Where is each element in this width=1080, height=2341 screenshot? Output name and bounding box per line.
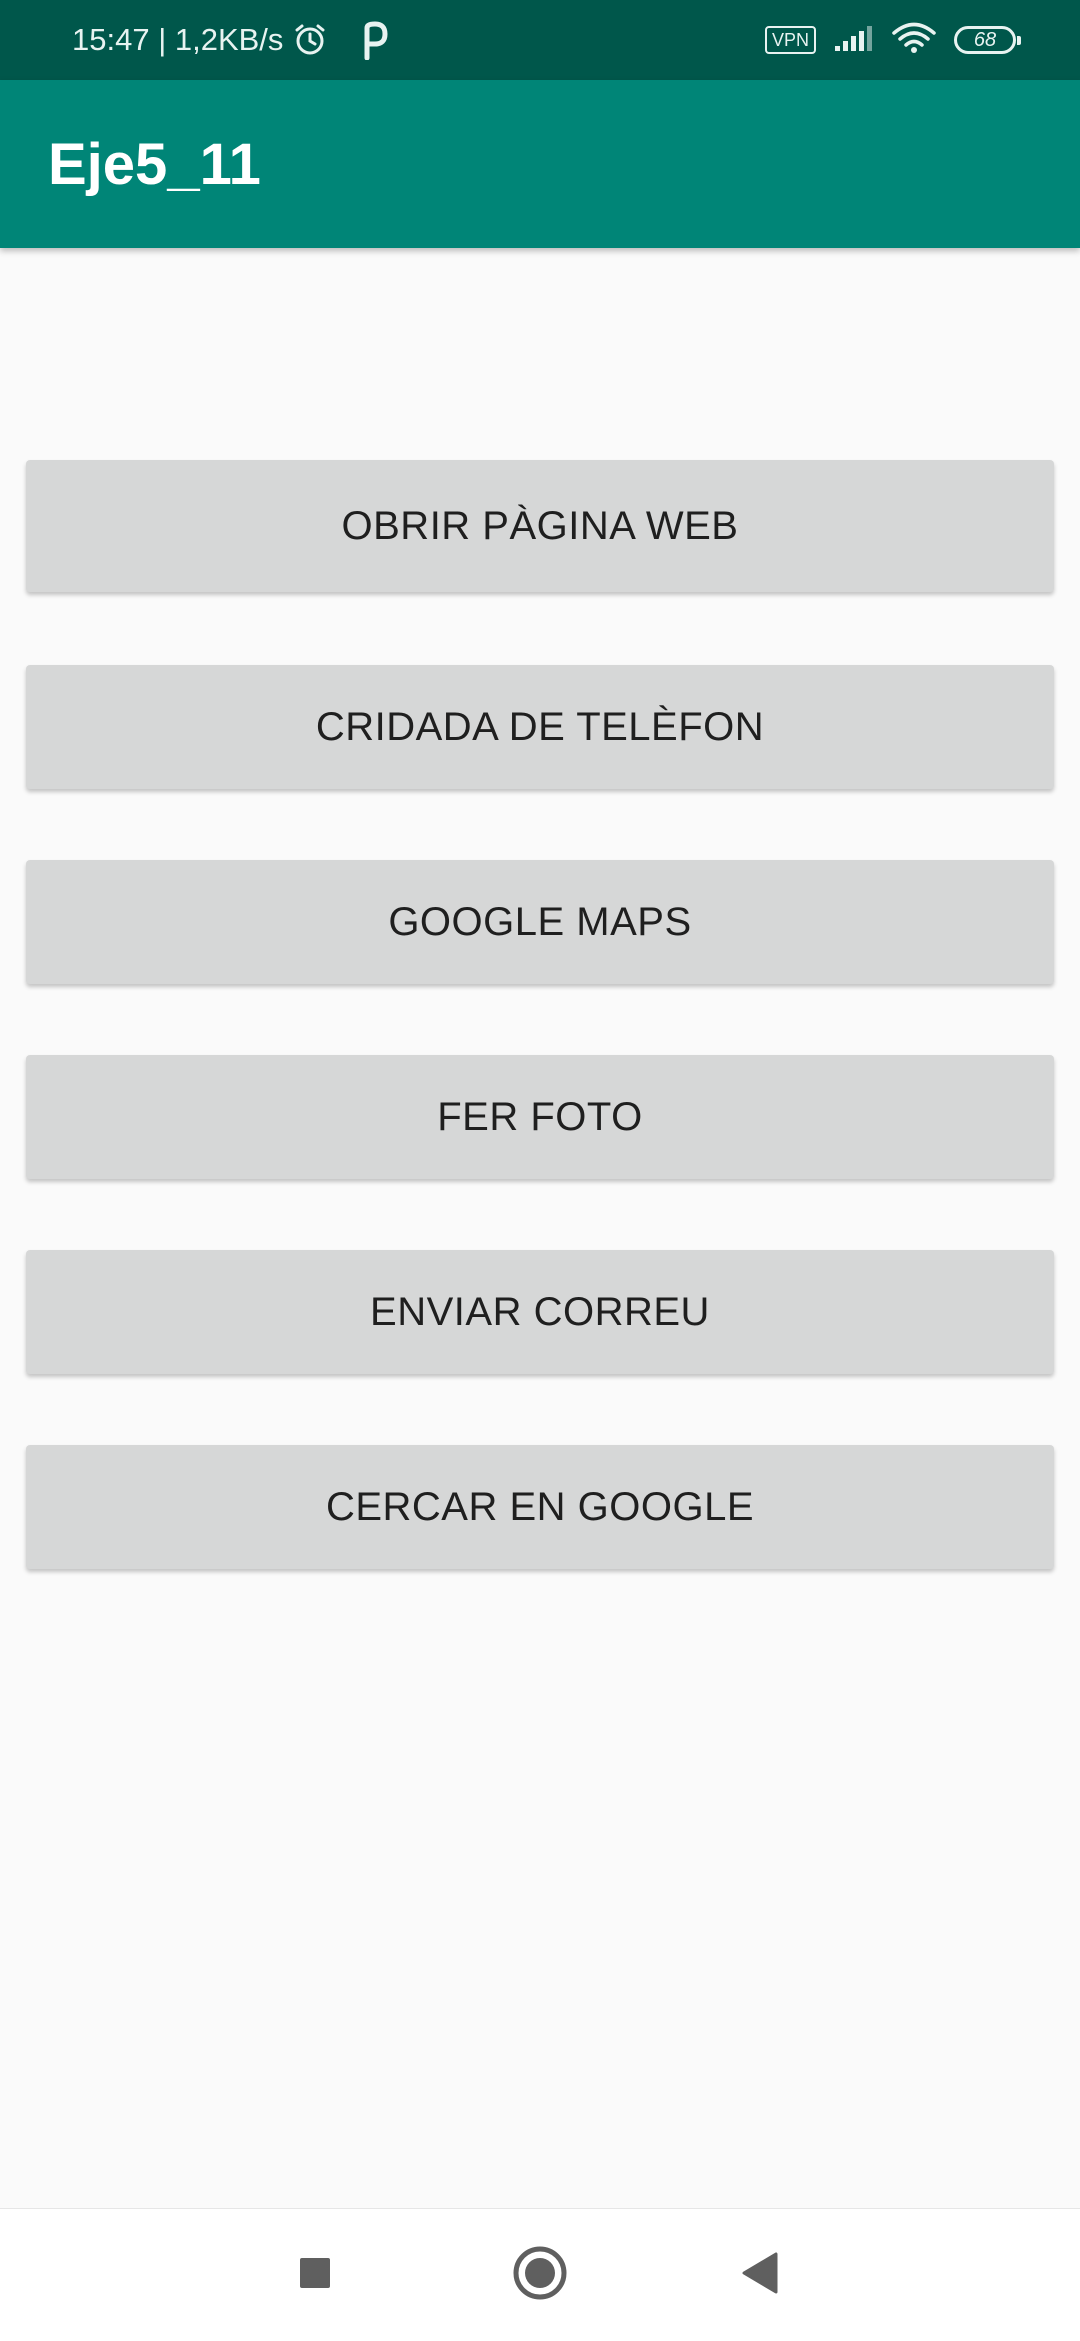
status-left: 15:47 | 1,2KB/s <box>72 0 389 80</box>
google-maps-button[interactable]: GOOGLE MAPS <box>26 860 1054 984</box>
app-bar: Eje5_11 <box>0 80 1080 248</box>
signal-icon <box>834 24 874 57</box>
back-button[interactable] <box>700 2209 820 2341</box>
p-notification-icon <box>361 20 389 60</box>
phone-call-button[interactable]: CRIDADA DE TELÈFON <box>26 665 1054 789</box>
battery-icon: 68 <box>954 26 1021 54</box>
battery-level: 68 <box>973 28 997 51</box>
take-photo-button[interactable]: FER FOTO <box>26 1055 1054 1179</box>
send-email-button[interactable]: ENVIAR CORREU <box>26 1250 1054 1374</box>
status-bar: 15:47 | 1,2KB/s VPN 68 <box>0 0 1080 80</box>
triangle-back-icon <box>740 2252 780 2299</box>
navigation-bar <box>0 2208 1080 2341</box>
status-right: VPN 68 <box>764 0 1021 80</box>
wifi-icon <box>892 22 936 59</box>
recents-button[interactable] <box>255 2209 375 2341</box>
vpn-badge: VPN <box>764 26 816 54</box>
status-time-speed: 15:47 | 1,2KB/s <box>72 22 284 57</box>
google-search-button[interactable]: CERCAR EN GOOGLE <box>26 1445 1054 1569</box>
circle-home-icon <box>512 2245 568 2306</box>
square-recents-icon <box>298 2256 332 2295</box>
open-web-page-button[interactable]: OBRIR PÀGINA WEB <box>26 460 1054 592</box>
home-button[interactable] <box>480 2209 600 2341</box>
app-title: Eje5_11 <box>48 131 261 197</box>
alarm-clock-icon <box>293 23 327 57</box>
